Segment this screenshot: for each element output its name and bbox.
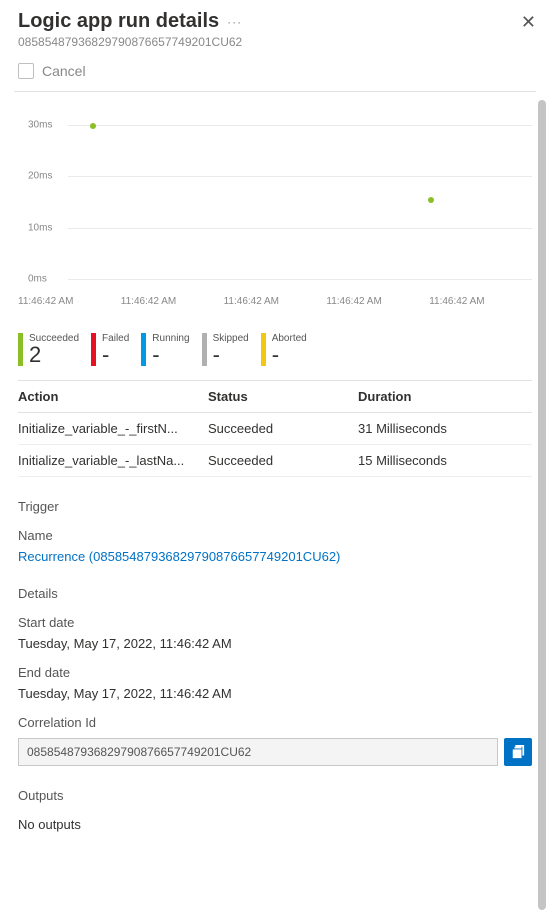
chart-point (90, 123, 96, 129)
cell-duration: 31 Milliseconds (358, 421, 532, 436)
end-date-value: Tuesday, May 17, 2022, 11:46:42 AM (18, 686, 532, 701)
trigger-section-label: Trigger (18, 499, 532, 514)
x-tick: 11:46:42 AM (18, 296, 121, 321)
x-tick: 11:46:42 AM (224, 296, 327, 321)
x-tick: 11:46:42 AM (429, 296, 532, 321)
actions-table: Action Status Duration Initialize_variab… (18, 380, 532, 477)
cell-status: Succeeded (208, 453, 358, 468)
status-bar: Succeeded 2 Failed - Running - (18, 333, 532, 366)
details-section-label: Details (18, 586, 532, 601)
duration-chart: 30ms 20ms 10ms 0ms (18, 106, 532, 296)
chart-point (428, 197, 434, 203)
y-tick: 20ms (28, 171, 52, 182)
status-color-succeeded (18, 333, 23, 366)
status-aborted[interactable]: Aborted - (261, 333, 307, 366)
correlation-id-input[interactable] (18, 738, 498, 766)
cell-duration: 15 Milliseconds (358, 453, 532, 468)
status-color-failed (91, 333, 96, 366)
x-axis: 11:46:42 AM 11:46:42 AM 11:46:42 AM 11:4… (18, 296, 532, 321)
grid-line (68, 228, 532, 229)
status-color-skipped (202, 333, 207, 366)
x-tick: 11:46:42 AM (121, 296, 224, 321)
divider (14, 91, 536, 92)
cell-status: Succeeded (208, 421, 358, 436)
scrollbar[interactable] (538, 100, 546, 910)
copy-button[interactable] (504, 738, 532, 766)
start-date-label: Start date (18, 615, 532, 630)
status-value: - (213, 344, 249, 366)
col-duration-header[interactable]: Duration (358, 389, 532, 404)
status-value: - (102, 344, 129, 366)
grid-line (68, 176, 532, 177)
status-skipped[interactable]: Skipped - (202, 333, 249, 366)
x-tick: 11:46:42 AM (326, 296, 429, 321)
name-label: Name (18, 528, 532, 543)
more-menu-icon[interactable]: ··· (227, 15, 242, 29)
trigger-link[interactable]: Recurrence (0858548793682979087665774920… (18, 549, 532, 564)
grid-line (68, 125, 532, 126)
scroll-area: 30ms 20ms 10ms 0ms 11:46:42 AM 11:46:42 … (0, 96, 550, 920)
run-details-panel: Logic app run details ··· ✕ 085854879368… (0, 0, 550, 920)
y-tick: 10ms (28, 222, 52, 233)
status-color-running (141, 333, 146, 366)
y-tick: 0ms (28, 273, 47, 284)
y-tick: 30ms (28, 120, 52, 131)
table-row[interactable]: Initialize_variable_-_lastNa... Succeede… (18, 445, 532, 477)
end-date-label: End date (18, 665, 532, 680)
status-value: - (272, 344, 307, 366)
outputs-value: No outputs (18, 817, 532, 832)
status-failed[interactable]: Failed - (91, 333, 129, 366)
cell-action: Initialize_variable_-_firstN... (18, 421, 208, 436)
cell-action: Initialize_variable_-_lastNa... (18, 453, 208, 468)
run-id: 08585487936829790876657749201CU62 (18, 35, 532, 49)
outputs-section-label: Outputs (18, 788, 532, 803)
status-color-aborted (261, 333, 266, 366)
status-value: 2 (29, 344, 79, 366)
header: Logic app run details ··· ✕ 085854879368… (0, 0, 550, 55)
cancel-row: Cancel (0, 55, 550, 87)
status-succeeded[interactable]: Succeeded 2 (18, 333, 79, 366)
status-running[interactable]: Running - (141, 333, 189, 366)
copy-icon (511, 745, 525, 759)
grid-line (68, 279, 532, 280)
status-value: - (152, 344, 189, 366)
table-header: Action Status Duration (18, 380, 532, 413)
col-status-header[interactable]: Status (208, 389, 358, 404)
cancel-label: Cancel (42, 63, 86, 79)
close-icon[interactable]: ✕ (521, 12, 536, 33)
correlation-id-label: Correlation Id (18, 715, 532, 730)
col-action-header[interactable]: Action (18, 389, 208, 404)
table-row[interactable]: Initialize_variable_-_firstN... Succeede… (18, 413, 532, 445)
start-date-value: Tuesday, May 17, 2022, 11:46:42 AM (18, 636, 532, 651)
cancel-checkbox[interactable] (18, 63, 34, 79)
page-title: Logic app run details (18, 10, 219, 33)
